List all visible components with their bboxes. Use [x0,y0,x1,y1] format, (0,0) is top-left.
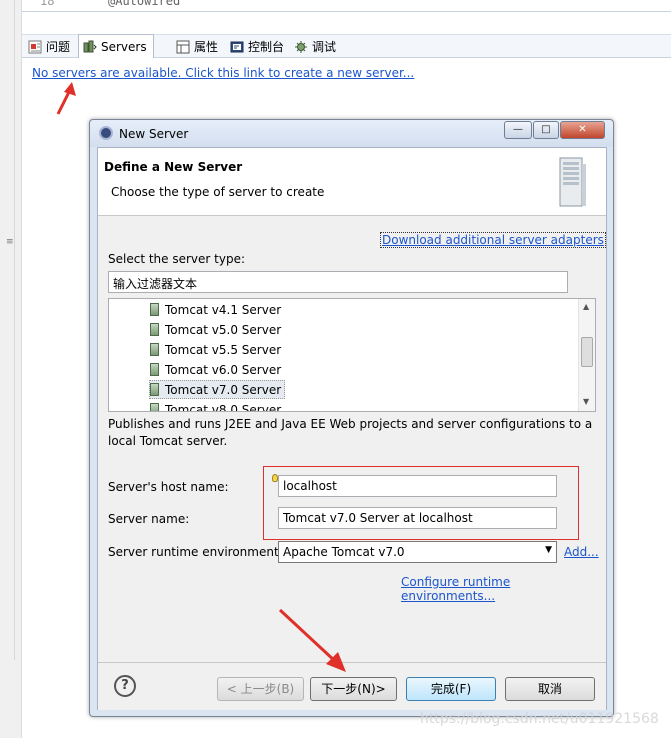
finish-button[interactable]: 完成(F) [406,677,496,701]
next-button[interactable]: 下一步(N)> [310,677,397,701]
editor-area: 18⁻ @Autowired [22,0,671,12]
host-name-input[interactable]: localhost [278,475,557,497]
console-icon [230,40,244,54]
tomcat-server-icon [150,383,159,396]
tree-scrollbar[interactable]: ▲ ▼ [578,299,595,411]
host-name-label: Server's host name: [108,480,229,494]
runtime-selected-value: Apache Tomcat v7.0 [283,545,405,559]
tab-properties[interactable]: 属性 [172,35,224,58]
problems-icon [28,40,42,54]
line-number: 18⁻ [40,0,62,8]
tomcat-server-icon [150,403,159,411]
tomcat-server-icon [150,363,159,376]
tab-label: 调试 [312,40,337,54]
wizard-title: Define a New Server [104,160,243,174]
code-line: @Autowired [108,0,181,8]
tree-item[interactable]: Tomcat v5.5 Server [150,340,284,359]
filter-input[interactable]: 输入过滤器文本 [108,271,568,293]
dialog-titlebar[interactable]: New Server — □ ✕ [90,120,613,147]
tree-item[interactable]: Tomcat v6.0 Server [150,360,284,379]
tree-item[interactable]: Tomcat v8.0 Server [150,400,284,411]
close-button[interactable]: ✕ [560,121,605,139]
wizard-subtitle: Choose the type of server to create [111,185,325,199]
scrollbar-thumb[interactable] [581,337,593,367]
tab-label: Servers [101,39,147,54]
tab-label: 问题 [46,40,71,54]
dialog-client-area: Define a New Server Choose the type of s… [97,147,607,710]
scroll-up-icon[interactable]: ▲ [583,302,589,311]
maximize-button[interactable]: □ [533,121,559,139]
wizard-header: Define a New Server Choose the type of s… [98,148,606,216]
server-name-input[interactable]: Tomcat v7.0 Server at localhost [278,507,557,529]
create-server-link[interactable]: No servers are available. Click this lin… [32,66,414,80]
tree-item[interactable]: Tomcat v4.1 Server [150,300,284,319]
wizard-button-bar: ? < 上一步(B) 下一步(N)> 完成(F) 取消 [98,662,606,710]
scrollbar-thumb[interactable] [3,0,15,660]
tree-item-selected[interactable]: Tomcat v7.0 Server [149,380,286,399]
new-server-dialog: New Server — □ ✕ Define a New Server Cho… [89,119,614,717]
runtime-select[interactable]: Apache Tomcat v7.0 ▼ [278,541,557,563]
left-gutter: ≡ [0,0,22,738]
back-button[interactable]: < 上一步(B) [217,677,304,701]
configure-runtimes-link[interactable]: Configure runtime environments... [401,575,606,603]
server-name-label: Server name: [108,512,190,526]
server-type-tree[interactable]: Tomcat v4.1 Server Tomcat v5.0 Server To… [108,298,596,412]
runtime-label: Server runtime environment: [108,545,283,559]
tab-servers[interactable]: Servers [78,34,154,58]
dialog-title: New Server [119,127,189,141]
watermark-text: https://blog.csdn.net/u011921568 [420,711,659,727]
debug-icon [294,40,308,54]
view-tab-bar: 问题 Servers 属性 控制台 调试 [22,34,671,58]
annotation-arrow-icon [56,82,76,115]
tab-debug[interactable]: 调试 [290,35,342,58]
tab-label: 属性 [194,40,219,54]
sash-grip-icon[interactable]: ≡ [6,238,14,247]
tomcat-server-icon [150,303,159,316]
scroll-down-icon[interactable]: ▼ [583,397,589,406]
vertical-scrollbar[interactable] [3,0,15,738]
select-type-label: Select the server type: [108,252,245,266]
server-description: Publishes and runs J2EE and Java EE Web … [108,417,593,448]
tree-item[interactable]: Tomcat v5.0 Server [150,320,284,339]
chevron-down-icon[interactable]: ▼ [545,545,552,555]
servers-icon [83,40,97,54]
add-runtime-link[interactable]: Add... [564,545,599,559]
tab-console[interactable]: 控制台 [226,35,290,58]
properties-icon [176,40,190,54]
tab-problems[interactable]: 问题 [24,35,76,58]
minimize-button[interactable]: — [504,121,532,139]
download-adapters-link[interactable]: Download additional server adapters [380,232,606,248]
tomcat-server-icon [150,343,159,356]
tomcat-server-icon [150,323,159,336]
help-icon[interactable]: ? [114,675,136,697]
eclipse-icon [99,126,113,140]
cancel-button[interactable]: 取消 [505,677,595,701]
server-tower-icon [559,157,586,207]
tab-label: 控制台 [248,40,285,54]
